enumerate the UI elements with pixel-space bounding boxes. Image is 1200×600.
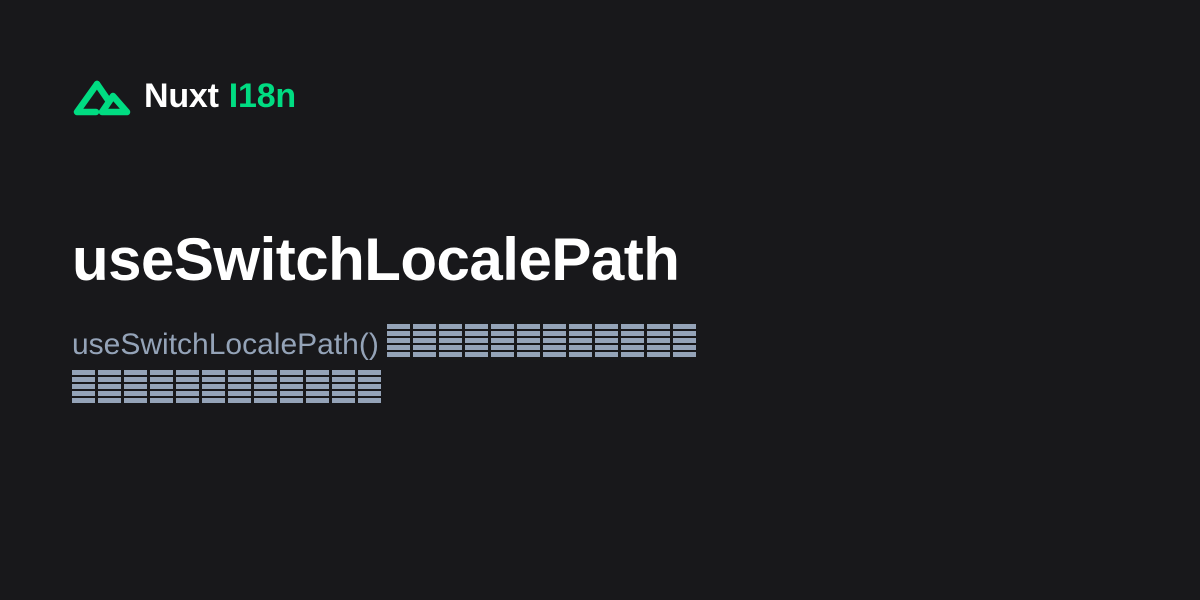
missing-glyph-box xyxy=(491,324,515,358)
missing-glyph-box xyxy=(517,324,541,358)
missing-glyph-box xyxy=(358,370,381,404)
missing-glyph-box xyxy=(202,370,225,404)
missing-glyph-box xyxy=(280,370,303,404)
missing-glyph-box xyxy=(72,370,95,404)
description-prefix: useSwitchLocalePath() xyxy=(72,328,379,361)
missing-glyph-box xyxy=(124,370,147,404)
missing-glyph-box xyxy=(176,370,199,404)
missing-glyph-box xyxy=(228,370,251,404)
missing-glyph-box xyxy=(595,324,619,358)
nuxt-mountain-icon xyxy=(73,80,131,116)
missing-glyph-box xyxy=(569,324,593,358)
missing-glyph-box xyxy=(332,370,355,404)
brand-name: Nuxt xyxy=(144,76,219,115)
missing-glyph-box xyxy=(673,324,697,358)
brand: Nuxt I18n xyxy=(72,70,296,122)
missing-glyph-box xyxy=(98,370,121,404)
missing-glyph-box xyxy=(439,324,463,358)
unrendered-glyphs-line-1 xyxy=(387,324,697,358)
missing-glyph-box xyxy=(647,324,671,358)
page-title: useSwitchLocalePath xyxy=(72,226,680,293)
unrendered-glyphs-line-2 xyxy=(72,370,381,404)
missing-glyph-box xyxy=(465,324,489,358)
brand-module: I18n xyxy=(228,76,296,115)
missing-glyph-box xyxy=(150,370,173,404)
description-line-1: useSwitchLocalePath() xyxy=(72,322,792,368)
missing-glyph-box xyxy=(306,370,329,404)
missing-glyph-box xyxy=(387,324,411,358)
missing-glyph-box xyxy=(413,324,437,358)
missing-glyph-box xyxy=(254,370,277,404)
missing-glyph-box xyxy=(621,324,645,358)
description-line-2 xyxy=(72,368,792,414)
og-card: Nuxt I18n useSwitchLocalePath useSwitchL… xyxy=(0,0,1200,600)
missing-glyph-box xyxy=(543,324,567,358)
page-description: useSwitchLocalePath() xyxy=(72,322,792,414)
